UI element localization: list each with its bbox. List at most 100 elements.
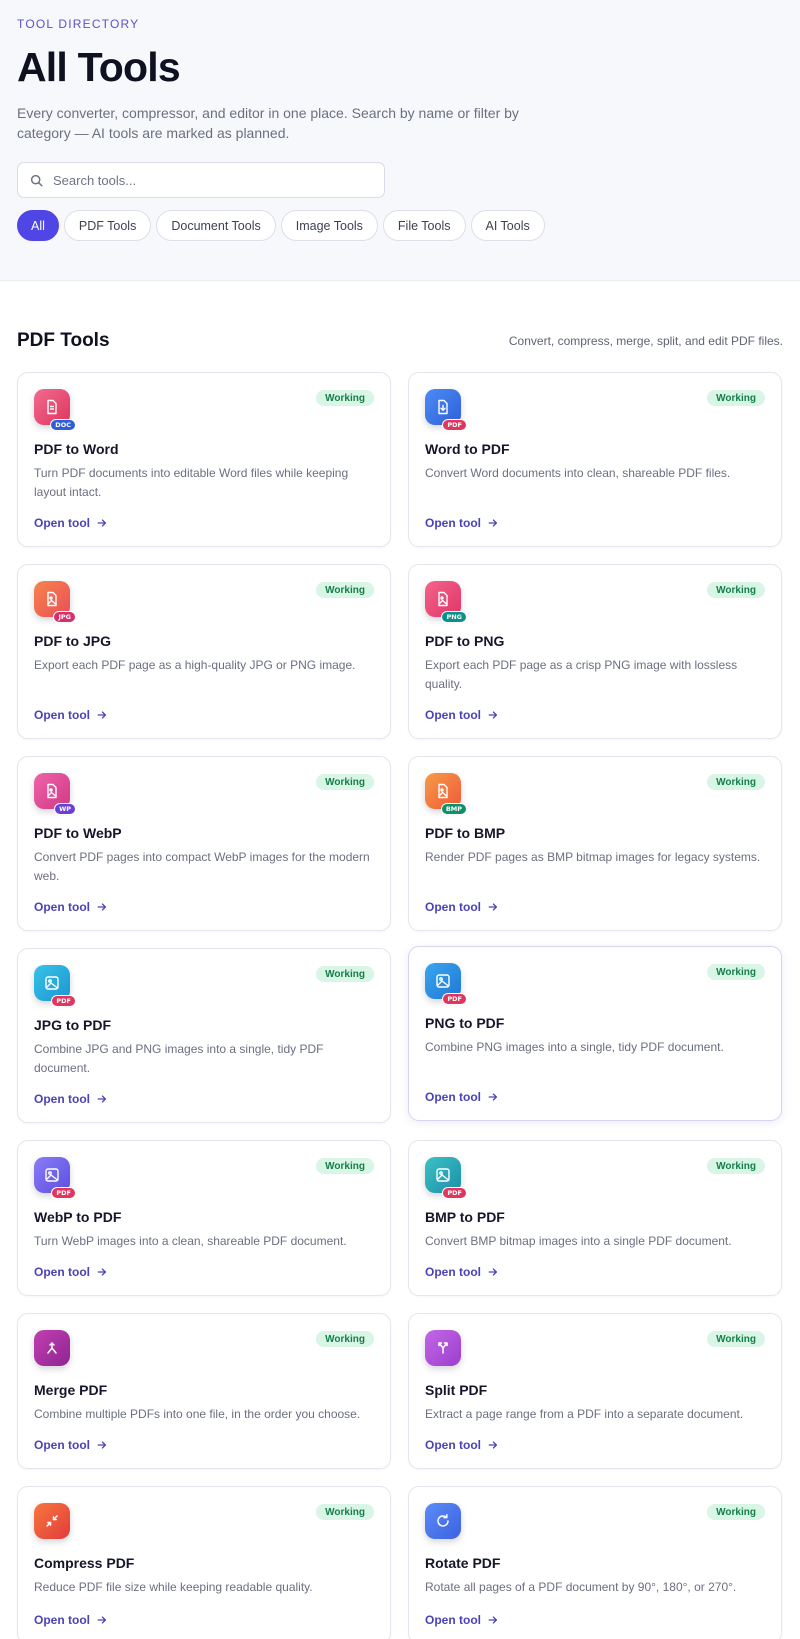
format-badge: PDF (442, 993, 467, 1005)
image-icon: PDF (425, 963, 467, 1005)
tool-card-pdf-to-word[interactable]: DOC Working PDF to Word Turn PDF documen… (17, 372, 391, 547)
status-badge: Working (316, 1504, 374, 1520)
tool-description: Reduce PDF file size while keeping reada… (34, 1580, 313, 1594)
format-badge: PNG (441, 611, 467, 623)
open-tool-link[interactable]: Open tool (425, 708, 498, 722)
open-tool-link[interactable]: Open tool (34, 1265, 107, 1279)
tool-description: Convert Word documents into clean, share… (425, 466, 731, 480)
tool-description: Turn WebP images into a clean, shareable… (34, 1234, 347, 1248)
image-icon: PDF (34, 1157, 76, 1199)
arrow-right-icon (488, 711, 497, 719)
open-tool-link[interactable]: Open tool (425, 1438, 498, 1452)
tool-card-split-pdf[interactable]: Working Split PDF Extract a page range f… (408, 1313, 782, 1469)
format-badge: PDF (442, 419, 467, 431)
tool-title: WebP to PDF (34, 1209, 122, 1225)
filter-all[interactable]: All (17, 210, 59, 241)
filter-image-tools[interactable]: Image Tools (280, 210, 378, 241)
arrow-right-icon (97, 711, 106, 719)
search-input[interactable] (53, 172, 353, 188)
tool-card-rotate-pdf[interactable]: Working Rotate PDF Rotate all pages of a… (408, 1486, 782, 1639)
status-badge: Working (316, 390, 374, 406)
open-tool-label: Open tool (34, 516, 90, 530)
open-tool-label: Open tool (34, 1265, 90, 1279)
pdf-tools-section: PDF Tools Convert, compress, merge, spli… (0, 328, 800, 1639)
section-title: PDF Tools (17, 330, 110, 351)
open-tool-link[interactable]: Open tool (34, 708, 107, 722)
open-tool-link[interactable]: Open tool (425, 516, 498, 530)
open-tool-label: Open tool (425, 1265, 481, 1279)
tool-card-jpg-to-pdf[interactable]: PDF Working JPG to PDF Combine JPG and P… (17, 948, 391, 1123)
format-badge: DOC (50, 419, 76, 431)
tool-title: JPG to PDF (34, 1017, 112, 1033)
image-file-icon: BMP (425, 773, 467, 815)
tool-title: Merge PDF (34, 1382, 108, 1398)
arrow-right-icon (97, 1095, 106, 1103)
document-icon: DOC (34, 389, 76, 431)
tool-title: PNG to PDF (425, 1015, 505, 1031)
filter-ai-tools[interactable]: AI Tools (470, 210, 545, 241)
filter-document-tools[interactable]: Document Tools (156, 210, 276, 241)
open-tool-link[interactable]: Open tool (34, 1438, 107, 1452)
tool-description: Convert BMP bitmap images into a single … (425, 1234, 732, 1248)
tool-card-png-to-pdf[interactable]: PDF Working PNG to PDF Combine PNG image… (408, 946, 782, 1121)
open-tool-link[interactable]: Open tool (34, 516, 107, 530)
arrow-right-icon (488, 1616, 497, 1624)
tool-description: Combine multiple PDFs into one file, in … (34, 1407, 361, 1421)
open-tool-link[interactable]: Open tool (34, 1613, 107, 1627)
search-icon (30, 174, 43, 187)
status-badge: Working (707, 582, 765, 598)
arrow-right-icon (97, 519, 106, 527)
status-badge: Working (707, 390, 765, 406)
open-tool-label: Open tool (425, 1438, 481, 1452)
search-box[interactable] (17, 162, 385, 198)
open-tool-label: Open tool (34, 900, 90, 914)
tool-card-word-to-pdf[interactable]: PDF Working Word to PDF Convert Word doc… (408, 372, 782, 547)
filter-pdf-tools[interactable]: PDF Tools (63, 210, 152, 241)
format-badge: BMP (440, 803, 467, 815)
arrow-right-icon (488, 1268, 497, 1276)
page-header: TOOL DIRECTORY All Tools Every converter… (0, 0, 800, 281)
arrow-right-icon (97, 903, 106, 911)
open-tool-link[interactable]: Open tool (425, 1265, 498, 1279)
tool-title: Compress PDF (34, 1555, 135, 1571)
arrow-right-icon (488, 903, 497, 911)
tool-card-compress-pdf[interactable]: Working Compress PDF Reduce PDF file siz… (17, 1486, 391, 1639)
open-tool-label: Open tool (425, 516, 481, 530)
section-subtitle: Convert, compress, merge, split, and edi… (508, 334, 783, 348)
page-title: All Tools (17, 44, 181, 90)
open-tool-link[interactable]: Open tool (425, 1613, 498, 1627)
status-badge: Working (316, 774, 374, 790)
status-badge: Working (316, 582, 374, 598)
open-tool-link[interactable]: Open tool (425, 900, 498, 914)
tool-card-pdf-to-bmp[interactable]: BMP Working PDF to BMP Render PDF pages … (408, 756, 782, 931)
filter-file-tools[interactable]: File Tools (382, 210, 466, 241)
rotate-icon (425, 1503, 461, 1539)
tool-description: Render PDF pages as BMP bitmap images fo… (425, 850, 761, 864)
open-tool-label: Open tool (34, 708, 90, 722)
format-badge: JPG (53, 611, 76, 623)
open-tool-label: Open tool (425, 900, 481, 914)
tool-title: PDF to BMP (425, 825, 506, 841)
tool-title: PDF to WebP (34, 825, 122, 841)
format-badge: WP (54, 803, 76, 815)
tool-description: Combine JPG and PNG images into a single… (34, 1042, 324, 1075)
tool-title: Split PDF (425, 1382, 488, 1398)
open-tool-link[interactable]: Open tool (34, 1092, 107, 1106)
tool-card-bmp-to-pdf[interactable]: PDF Working BMP to PDF Convert BMP bitma… (408, 1140, 782, 1296)
status-badge: Working (316, 966, 374, 982)
image-icon: PDF (425, 1157, 467, 1199)
arrow-right-icon (488, 1093, 497, 1101)
tool-card-merge-pdf[interactable]: Working Merge PDF Combine multiple PDFs … (17, 1313, 391, 1469)
tool-card-webp-to-pdf[interactable]: PDF Working WebP to PDF Turn WebP images… (17, 1140, 391, 1296)
open-tool-label: Open tool (34, 1092, 90, 1106)
open-tool-label: Open tool (34, 1438, 90, 1452)
tool-card-pdf-to-png[interactable]: PNG Working PDF to PNG Export each PDF p… (408, 564, 782, 739)
image-file-icon: PNG (425, 581, 467, 623)
section-header: PDF Tools Convert, compress, merge, spli… (17, 328, 783, 354)
tool-card-pdf-to-jpg[interactable]: JPG Working PDF to JPG Export each PDF p… (17, 564, 391, 739)
tool-grid: DOC Working PDF to Word Turn PDF documen… (17, 372, 783, 1639)
open-tool-link[interactable]: Open tool (34, 900, 107, 914)
open-tool-link[interactable]: Open tool (425, 1090, 498, 1104)
tool-card-pdf-to-webp[interactable]: WP Working PDF to WebP Convert PDF pages… (17, 756, 391, 931)
tool-title: BMP to PDF (425, 1209, 505, 1225)
